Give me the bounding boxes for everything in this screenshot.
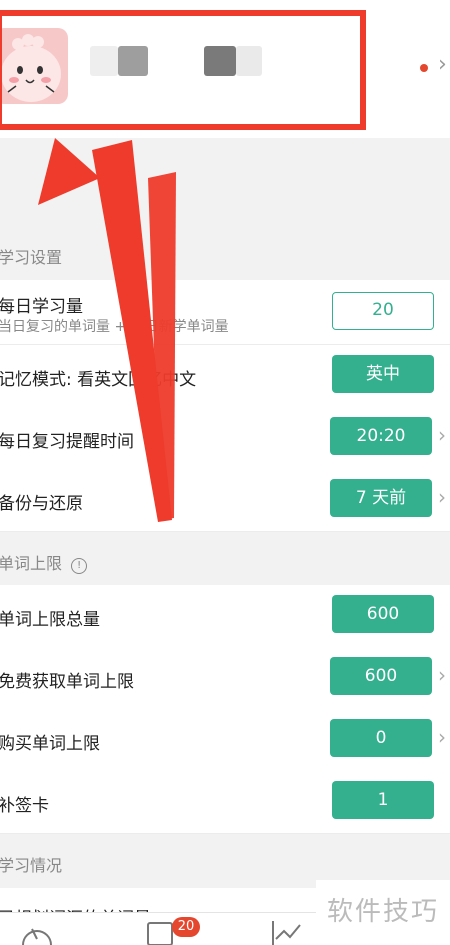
free-limit-button[interactable]: 600 xyxy=(330,657,432,695)
row-makeup-card: 补签卡 1 xyxy=(0,771,450,834)
daily-amount-input[interactable]: 20 xyxy=(332,292,434,330)
chevron-right-icon[interactable]: › xyxy=(438,663,446,687)
section-study-settings: 学习设置 xyxy=(0,248,63,267)
chevron-right-icon[interactable]: › xyxy=(438,485,446,509)
chevron-right-icon[interactable]: › xyxy=(438,725,446,749)
notification-dot xyxy=(420,64,428,72)
arrow-head xyxy=(38,138,100,205)
makeup-card-value: 1 xyxy=(332,781,434,819)
row-reminder[interactable]: 每日复习提醒时间 20:20 › xyxy=(0,407,450,470)
row-label: 每日复习提醒时间 xyxy=(0,432,134,452)
row-label: 已规划词汇的单词量 xyxy=(0,904,151,912)
memory-mode-button[interactable]: 英中 xyxy=(332,355,434,393)
row-label: 单词上限总量 xyxy=(0,610,100,630)
chart-icon[interactable] xyxy=(270,919,304,945)
calendar-icon[interactable] xyxy=(146,921,174,945)
highlight-box xyxy=(0,10,366,130)
row-label: 购买单词上限 xyxy=(0,734,100,754)
backup-button[interactable]: 7 天前 xyxy=(330,479,432,517)
row-label: 记忆模式: 看英文回忆中文 xyxy=(0,370,197,390)
row-backup[interactable]: 备份与还原 7 天前 › xyxy=(0,469,450,532)
calendar-badge: 20 xyxy=(172,917,200,937)
limit-total-value: 600 xyxy=(332,595,434,633)
gauge-icon[interactable] xyxy=(20,919,54,945)
row-label: 补签卡 xyxy=(0,796,49,816)
row-memory-mode[interactable]: 记忆模式: 看英文回忆中文 英中 xyxy=(0,345,450,408)
row-label: 备份与还原 xyxy=(0,494,83,514)
row-sublabel: 当日复习的单词量 + 当日新学单词量 xyxy=(0,319,229,335)
row-free-limit[interactable]: 免费获取单词上限 600 › xyxy=(0,647,450,710)
row-label: 每日学习量 xyxy=(0,297,83,317)
row-daily-amount[interactable]: 每日学习量 当日复习的单词量 + 当日新学单词量 20 xyxy=(0,280,450,345)
row-buy-limit[interactable]: 购买单词上限 0 › xyxy=(0,709,450,772)
row-limit-total: 单词上限总量 600 xyxy=(0,585,450,648)
chevron-right-icon[interactable]: › xyxy=(438,423,446,447)
row-label: 免费获取单词上限 xyxy=(0,672,134,692)
section-word-limit: 单词上限 ! xyxy=(0,550,450,574)
chevron-right-icon[interactable]: › xyxy=(438,52,447,77)
section-study-status: 学习情况 xyxy=(0,856,63,875)
watermark: 软件技巧 xyxy=(316,880,450,944)
buy-limit-button[interactable]: 0 xyxy=(330,719,432,757)
reminder-time-button[interactable]: 20:20 xyxy=(330,417,432,455)
info-circle-icon[interactable]: ! xyxy=(71,558,88,574)
